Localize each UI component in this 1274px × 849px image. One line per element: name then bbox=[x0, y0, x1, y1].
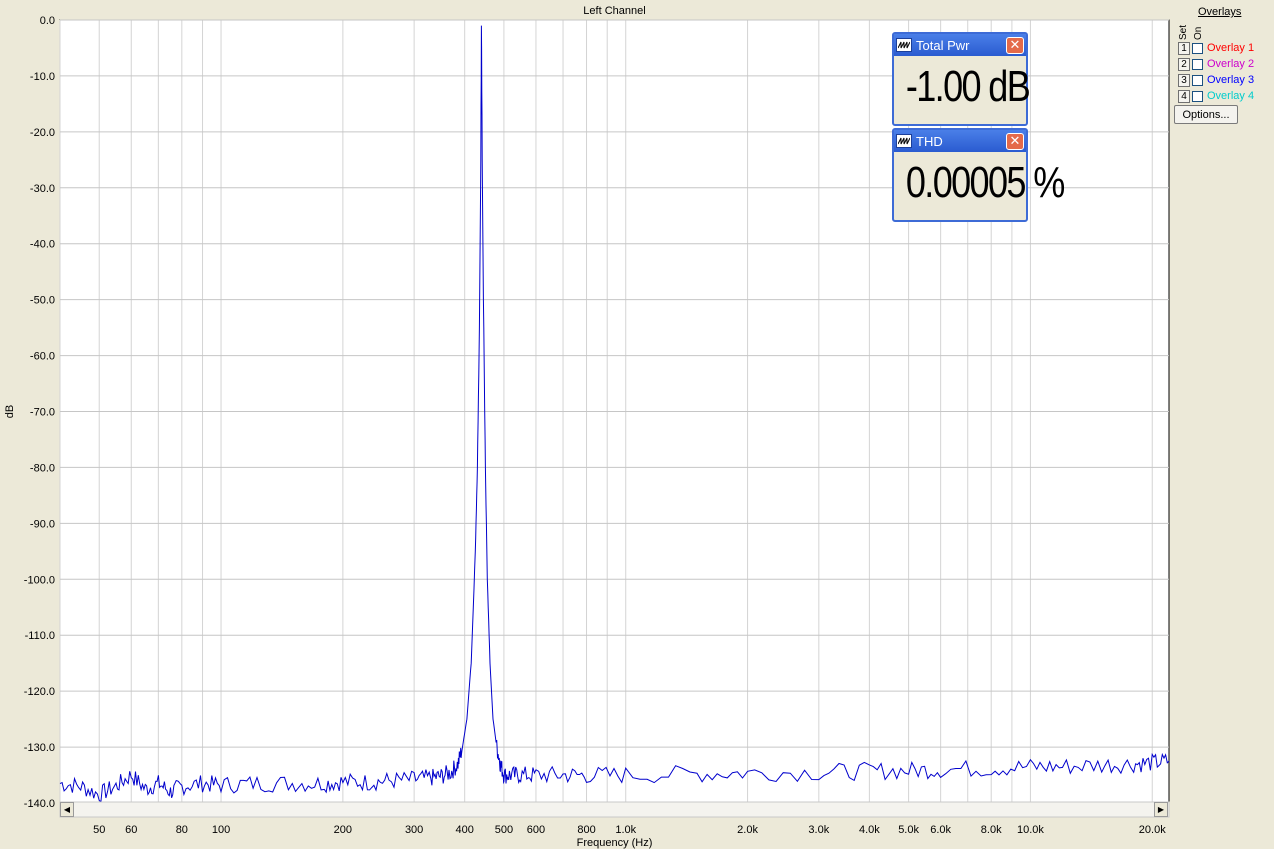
overlay-checkbox[interactable] bbox=[1192, 90, 1203, 102]
x-tick-label: 60 bbox=[125, 824, 137, 836]
scroll-right-button[interactable]: ▶ bbox=[1154, 802, 1168, 817]
x-tick-label: 2.0k bbox=[737, 824, 758, 836]
options-button[interactable]: Options... bbox=[1174, 105, 1238, 124]
y-tick-label: 0.0 bbox=[40, 15, 55, 27]
x-tick-label: 8.0k bbox=[981, 824, 1002, 836]
meter-title: Total Pwr bbox=[916, 37, 970, 53]
x-tick-label: 300 bbox=[405, 824, 423, 836]
x-tick-label: 100 bbox=[212, 824, 230, 836]
overlay-label: Overlay 2 bbox=[1207, 58, 1255, 70]
overlay-label: Overlay 3 bbox=[1207, 74, 1255, 86]
overlays-header: Overlays bbox=[1198, 6, 1242, 18]
overlay-set-button[interactable]: 1 bbox=[1178, 41, 1190, 55]
chart-title: Left Channel bbox=[583, 5, 645, 17]
overlay-checkbox[interactable] bbox=[1192, 58, 1203, 70]
overlay-row: 3 Overlay 3 bbox=[1178, 73, 1254, 87]
on-column-label: On bbox=[1193, 26, 1204, 40]
y-tick-label: -140.0 bbox=[24, 798, 55, 810]
y-tick-label: -60.0 bbox=[30, 351, 55, 363]
overlay-row: 2 Overlay 2 bbox=[1178, 57, 1254, 71]
x-tick-label: 50 bbox=[93, 824, 105, 836]
scroll-left-button[interactable]: ◀ bbox=[60, 802, 74, 817]
x-axis: 50 60 80 100 200 300 400 500 600 800 1.0k 2.0k 3.0k 4… bbox=[93, 824, 1166, 836]
x-tick-label: 500 bbox=[495, 824, 513, 836]
y-tick-label: -130.0 bbox=[24, 742, 55, 754]
x-axis-label: Frequency (Hz) bbox=[577, 837, 653, 849]
x-tick-label: 600 bbox=[527, 824, 545, 836]
overlay-label: Overlay 4 bbox=[1207, 90, 1255, 102]
x-tick-label: 200 bbox=[334, 824, 352, 836]
x-tick-label: 10.0k bbox=[1017, 824, 1044, 836]
overlay-checkbox[interactable] bbox=[1192, 74, 1203, 86]
y-tick-label: -100.0 bbox=[24, 574, 55, 586]
total-power-meter[interactable]: Total Pwr ✕ -1.00 dB bbox=[892, 32, 1031, 126]
x-tick-label: 800 bbox=[577, 824, 595, 836]
y-tick-label: -50.0 bbox=[30, 295, 55, 307]
x-tick-label: 5.0k bbox=[898, 824, 919, 836]
set-column-label: Set bbox=[1178, 24, 1189, 40]
spectrum-chart: 0.0 -10.0 -20.0 -30.0 -40.0 -50.0 -60.0 -70.0 -8… bbox=[4, 5, 1170, 849]
waveform-icon bbox=[896, 38, 912, 52]
overlay-label: Overlay 1 bbox=[1207, 42, 1255, 54]
arrow-left-icon: ◀ bbox=[63, 805, 71, 814]
x-tick-label: 1.0k bbox=[615, 824, 636, 836]
x-tick-label: 6.0k bbox=[930, 824, 951, 836]
x-tick-label: 4.0k bbox=[859, 824, 880, 836]
overlay-set-button[interactable]: 3 bbox=[1178, 73, 1190, 87]
horizontal-scrollbar[interactable] bbox=[59, 801, 1170, 818]
waveform-icon bbox=[896, 134, 912, 148]
overlay-set-button[interactable]: 2 bbox=[1178, 57, 1190, 71]
y-tick-label: -120.0 bbox=[24, 686, 55, 698]
meter-titlebar[interactable]: Total Pwr ✕ bbox=[894, 34, 1026, 56]
y-tick-label: -10.0 bbox=[30, 71, 55, 83]
overlay-row: 1 Overlay 1 bbox=[1178, 41, 1254, 55]
overlay-checkbox[interactable] bbox=[1192, 42, 1203, 54]
thd-meter[interactable]: THD ✕ 0.00005 % bbox=[892, 128, 1065, 222]
y-tick-label: -110.0 bbox=[25, 630, 55, 642]
overlay-set-button[interactable]: 4 bbox=[1178, 89, 1190, 103]
close-icon[interactable]: ✕ bbox=[1006, 132, 1024, 150]
arrow-right-icon: ▶ bbox=[1157, 805, 1165, 814]
meter-title: THD bbox=[916, 133, 943, 149]
meter-value: -1.00 dB bbox=[905, 62, 1031, 111]
y-tick-label: -90.0 bbox=[30, 518, 55, 530]
x-tick-label: 400 bbox=[456, 824, 474, 836]
x-tick-label: 3.0k bbox=[808, 824, 829, 836]
y-axis-label: dB bbox=[4, 405, 16, 418]
y-axis: 0.0 -10.0 -20.0 -30.0 -40.0 -50.0 -60.0 -70.0 -8… bbox=[24, 15, 55, 810]
y-tick-label: -30.0 bbox=[30, 183, 55, 195]
close-icon[interactable]: ✕ bbox=[1006, 36, 1024, 54]
x-tick-label: 80 bbox=[176, 824, 188, 836]
y-tick-label: -20.0 bbox=[30, 127, 55, 139]
overlay-row: 4 Overlay 4 bbox=[1178, 89, 1254, 103]
y-tick-label: -40.0 bbox=[30, 239, 55, 251]
meter-titlebar[interactable]: THD ✕ bbox=[894, 130, 1026, 152]
meter-value: 0.00005 % bbox=[905, 158, 1065, 207]
y-tick-label: -80.0 bbox=[30, 462, 55, 474]
y-tick-label: -70.0 bbox=[30, 407, 55, 419]
x-tick-label: 20.0k bbox=[1139, 824, 1166, 836]
